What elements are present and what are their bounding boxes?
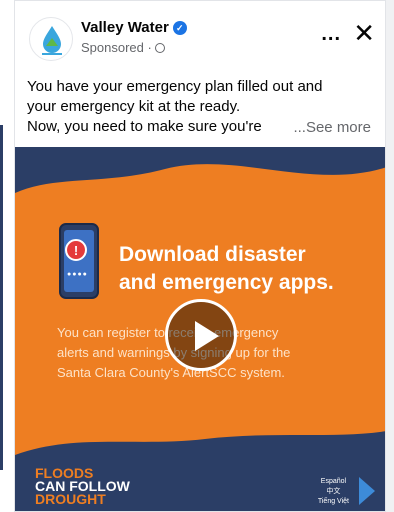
globe-icon bbox=[154, 43, 165, 53]
keypad-dots-icon: ●●●● bbox=[67, 271, 88, 278]
body-line: your emergency kit at the ready. bbox=[27, 98, 241, 115]
page-avatar-logo[interactable] bbox=[29, 17, 73, 61]
see-more-link[interactable]: ...See more bbox=[287, 119, 371, 136]
body-line: You have your emergency plan filled out … bbox=[27, 78, 323, 95]
creative-headline: Download disaster and emergency apps. bbox=[119, 241, 379, 297]
phone-alert-illustration: ! ●●●● bbox=[59, 223, 99, 299]
post-header: Valley Water ✓ Sponsored · ... ✕ bbox=[15, 13, 385, 65]
floods-can-follow-drought-logo: FLOODS CAN FOLLOW DROUGHT bbox=[35, 466, 130, 507]
next-arrow-icon[interactable] bbox=[359, 477, 375, 505]
language-options: Español 中文 Tiếng Việt bbox=[318, 477, 349, 507]
valley-water-logo-icon bbox=[42, 26, 62, 55]
left-page-edge bbox=[0, 0, 14, 512]
language-vietnamese[interactable]: Tiếng Việt bbox=[318, 497, 349, 507]
page-name[interactable]: Valley Water ✓ bbox=[81, 19, 187, 36]
close-button[interactable]: ✕ bbox=[353, 20, 375, 46]
right-page-edge bbox=[386, 0, 394, 512]
drought-word: DROUGHT bbox=[35, 491, 106, 507]
language-spanish[interactable]: Español bbox=[318, 477, 349, 487]
ad-video-creative[interactable]: ! ●●●● Download disaster and emergency a… bbox=[15, 147, 385, 511]
play-button[interactable] bbox=[165, 299, 237, 371]
play-icon bbox=[195, 321, 219, 351]
left-edge-stripe bbox=[0, 125, 3, 470]
language-chinese[interactable]: 中文 bbox=[318, 487, 349, 497]
headline-line: Download disaster bbox=[119, 243, 306, 266]
verified-badge-icon: ✓ bbox=[172, 21, 187, 35]
headline-line: and emergency apps. bbox=[119, 271, 334, 294]
warning-icon: ! bbox=[65, 239, 87, 261]
sponsored-label: Sponsored · bbox=[81, 40, 165, 55]
sponsored-post-card: Valley Water ✓ Sponsored · ... ✕ You have… bbox=[14, 0, 386, 512]
more-options-button[interactable]: ... bbox=[321, 23, 341, 46]
